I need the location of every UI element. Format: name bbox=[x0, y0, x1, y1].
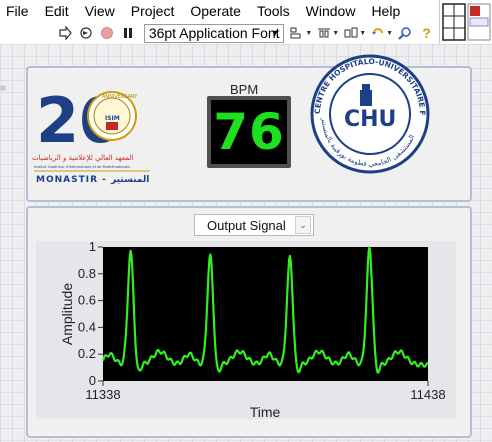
waveform-chart: 0 0.2 0.4 0.6 0.8 1 11338 11438 Amplitude Time bbox=[36, 239, 456, 420]
y-tick-label: 0.4 bbox=[78, 319, 96, 334]
y-axis-label: Amplitude bbox=[59, 283, 75, 345]
x-tick-label: 11438 bbox=[410, 387, 445, 402]
y-tick-label: 0 bbox=[89, 373, 96, 388]
x-tick-label: 11338 bbox=[85, 387, 120, 402]
y-tick-label: 1 bbox=[89, 239, 96, 254]
y-tick-label: 0.2 bbox=[78, 346, 96, 361]
y-tick-label: 0.6 bbox=[78, 293, 96, 308]
x-axis-label: Time bbox=[250, 404, 281, 420]
y-tick-label: 0.8 bbox=[78, 266, 96, 281]
plot-area bbox=[103, 247, 428, 381]
